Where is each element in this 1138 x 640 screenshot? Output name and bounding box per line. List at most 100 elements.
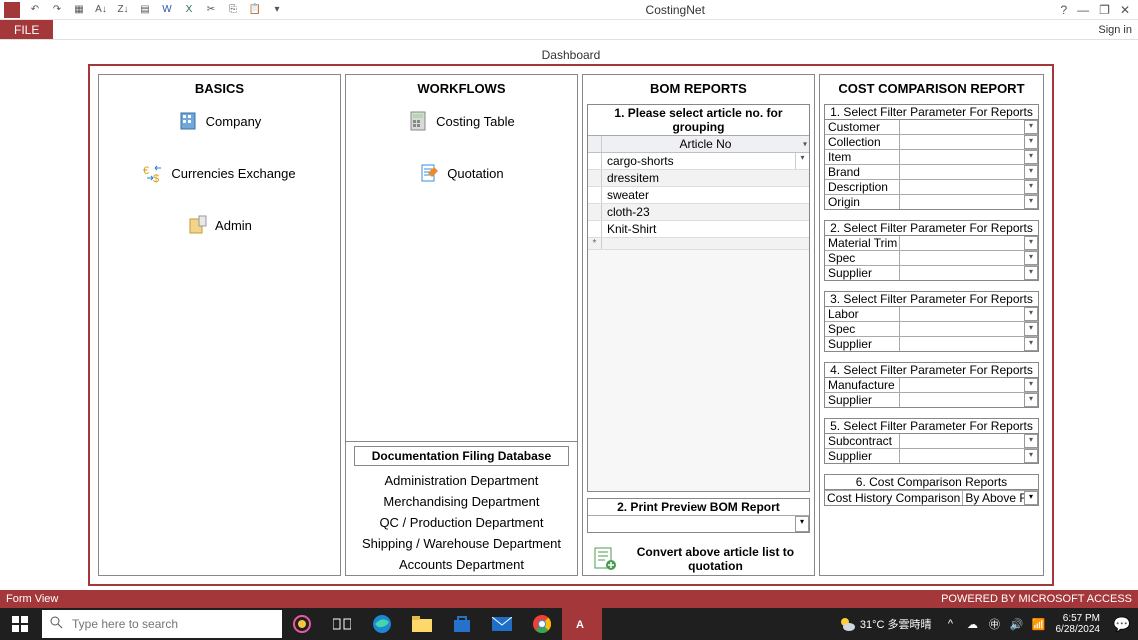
- wifi-icon[interactable]: 📶: [1028, 618, 1050, 631]
- cc-filter-row[interactable]: Subcontract▾: [825, 434, 1038, 449]
- cc-filter-row[interactable]: Brand ▾: [825, 165, 1038, 180]
- chevron-down-icon[interactable]: ▾: [1024, 135, 1038, 149]
- restore-icon[interactable]: ❐: [1099, 3, 1110, 17]
- chevron-down-icon[interactable]: ▾: [1024, 266, 1038, 280]
- onedrive-icon[interactable]: ☁: [962, 618, 984, 631]
- cc-filter-row[interactable]: Spec▾: [825, 322, 1038, 337]
- chevron-down-icon[interactable]: ▾: [1024, 393, 1038, 407]
- chevron-down-icon[interactable]: ▾: [1024, 378, 1038, 392]
- cc-filter-row[interactable]: Supplier▾: [825, 337, 1038, 351]
- cc-filter-row[interactable]: Customer▾: [825, 120, 1038, 135]
- cut-icon[interactable]: ✂: [202, 2, 220, 18]
- tray-overflow-icon[interactable]: ^: [940, 618, 962, 630]
- article-row[interactable]: cargo-shorts ▾: [588, 153, 809, 170]
- volume-icon[interactable]: 🔊: [1006, 618, 1028, 631]
- costing-table-button[interactable]: Costing Table: [408, 110, 515, 132]
- chevron-down-icon[interactable]: ▾: [795, 516, 809, 532]
- company-button[interactable]: Company: [178, 110, 262, 132]
- weather-widget[interactable]: 31°C 多雲時晴: [830, 615, 940, 633]
- file-tab[interactable]: FILE: [0, 20, 53, 39]
- cc-filter-row[interactable]: Material Trim▾: [825, 236, 1038, 251]
- cc-row-label: Brand: [825, 165, 900, 179]
- cc-filter-row[interactable]: Item▾: [825, 150, 1038, 165]
- chevron-down-icon[interactable]: ▾: [1024, 322, 1038, 336]
- cc-section-2: 2. Select Filter Parameter For Reports M…: [824, 220, 1039, 281]
- copy-icon[interactable]: ⎘: [224, 2, 242, 18]
- cc-filter-row[interactable]: Origin▾: [825, 195, 1038, 209]
- quotation-button[interactable]: Quotation: [419, 162, 503, 184]
- qat-tool-icon[interactable]: ▦: [70, 2, 88, 18]
- admin-button[interactable]: Admin: [187, 214, 252, 236]
- cc-filter-row[interactable]: Labor▾: [825, 307, 1038, 322]
- chevron-down-icon[interactable]: ▾: [1024, 150, 1038, 164]
- taskbar-search[interactable]: [42, 610, 282, 638]
- qat-more-icon[interactable]: ▾: [268, 2, 286, 18]
- search-input[interactable]: [72, 617, 274, 631]
- filter-icon[interactable]: ▤: [136, 2, 154, 18]
- chevron-down-icon[interactable]: ▾: [1024, 449, 1038, 463]
- doc-db-item[interactable]: Accounts Department: [346, 554, 577, 575]
- sign-in-link[interactable]: Sign in: [1092, 20, 1138, 39]
- undo-icon[interactable]: ↶: [26, 2, 44, 18]
- article-new-row[interactable]: *: [588, 238, 809, 250]
- cc-filter-row[interactable]: Spec▾: [825, 251, 1038, 266]
- sort-desc-icon[interactable]: Z↓: [114, 2, 132, 18]
- help-icon[interactable]: ?: [1060, 3, 1067, 17]
- mail-icon[interactable]: [482, 608, 522, 640]
- redo-icon[interactable]: ↷: [48, 2, 66, 18]
- cc-filter-row[interactable]: Supplier▾: [825, 266, 1038, 280]
- cc-filter-row[interactable]: Manufacture▾: [825, 378, 1038, 393]
- chevron-down-icon[interactable]: ▾: [1024, 165, 1038, 179]
- store-icon[interactable]: [442, 608, 482, 640]
- chevron-down-icon[interactable]: ▾: [1024, 236, 1038, 250]
- doc-db-item[interactable]: Shipping / Warehouse Department: [346, 533, 577, 554]
- dashboard-frame: BASICS Company €$ Currencies Exchange: [88, 64, 1054, 586]
- doc-db-item[interactable]: Administration Department: [346, 470, 577, 491]
- chevron-down-icon[interactable]: ▾: [1024, 337, 1038, 351]
- app-system-icon[interactable]: [4, 2, 20, 18]
- chevron-down-icon[interactable]: ▾: [1024, 195, 1038, 209]
- article-row[interactable]: dressitem: [588, 170, 809, 187]
- chevron-down-icon[interactable]: ▾: [795, 153, 809, 169]
- article-row[interactable]: sweater: [588, 187, 809, 204]
- taskbar-clock[interactable]: 6:57 PM 6/28/2024: [1050, 613, 1107, 635]
- cc-filter-row[interactable]: Collection▾: [825, 135, 1038, 150]
- doc-db-item[interactable]: QC / Production Department: [346, 512, 577, 533]
- start-button[interactable]: [0, 608, 40, 640]
- cc-filter-row[interactable]: Description▾: [825, 180, 1038, 195]
- chevron-down-icon[interactable]: ▾: [1024, 307, 1038, 321]
- chevron-down-icon[interactable]: ▾: [1024, 491, 1038, 505]
- file-explorer-icon[interactable]: [402, 608, 442, 640]
- doc-db-item[interactable]: Merchandising Department: [346, 491, 577, 512]
- chevron-down-icon[interactable]: ▾: [1024, 120, 1038, 134]
- edge-icon[interactable]: [362, 608, 402, 640]
- close-icon[interactable]: ✕: [1120, 3, 1130, 17]
- word-export-icon[interactable]: W: [158, 2, 176, 18]
- chrome-icon[interactable]: [522, 608, 562, 640]
- chevron-down-icon[interactable]: ▾: [803, 140, 807, 149]
- chevron-down-icon[interactable]: ▾: [1024, 434, 1038, 448]
- article-no-column-header[interactable]: Article No ▾: [602, 136, 809, 152]
- task-view-icon[interactable]: [322, 608, 362, 640]
- cc-filter-row[interactable]: Supplier▾: [825, 449, 1038, 463]
- bom-sec1-title: 1. Please select article no. for groupin…: [588, 105, 809, 136]
- article-row[interactable]: Knit-Shirt: [588, 221, 809, 238]
- bom-section-1: 1. Please select article no. for groupin…: [587, 104, 810, 492]
- article-row[interactable]: cloth-23: [588, 204, 809, 221]
- cc-filter-row[interactable]: Supplier▾: [825, 393, 1038, 407]
- print-preview-select[interactable]: ▾: [588, 516, 809, 532]
- currencies-exchange-button[interactable]: €$ Currencies Exchange: [143, 162, 295, 184]
- convert-to-quotation-button[interactable]: Convert above article list to quotation: [587, 545, 810, 573]
- cc-sec6-title: 6. Cost Comparison Reports: [825, 475, 1038, 490]
- chevron-down-icon[interactable]: ▾: [1024, 251, 1038, 265]
- minimize-icon[interactable]: —: [1077, 3, 1089, 17]
- cc-sec6-row[interactable]: Cost History Comparison By Above Filt ▾: [825, 490, 1038, 505]
- paste-icon[interactable]: 📋: [246, 2, 264, 18]
- cortana-icon[interactable]: [282, 608, 322, 640]
- access-icon[interactable]: A: [562, 608, 602, 640]
- notifications-icon[interactable]: 💬: [1106, 616, 1138, 633]
- ime-icon[interactable]: ㊥: [984, 616, 1006, 632]
- chevron-down-icon[interactable]: ▾: [1024, 180, 1038, 194]
- sort-asc-icon[interactable]: A↓: [92, 2, 110, 18]
- excel-export-icon[interactable]: X: [180, 2, 198, 18]
